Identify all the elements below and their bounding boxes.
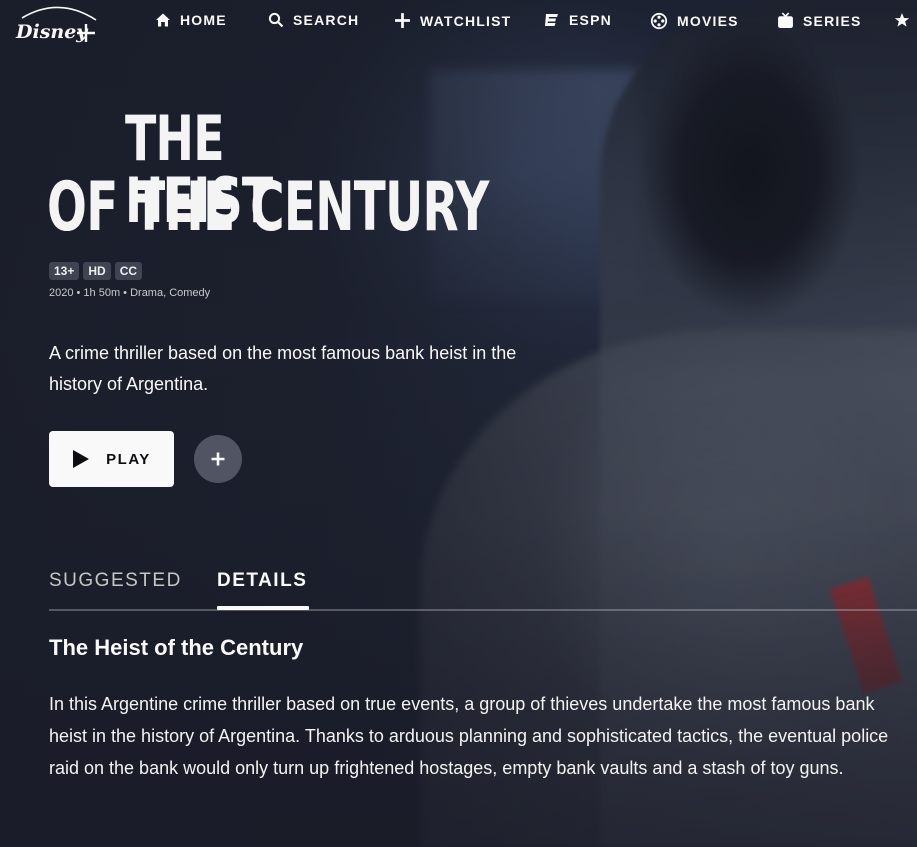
- hd-badge: HD: [83, 262, 111, 280]
- nav-item-label: MOVIES: [677, 13, 739, 29]
- film-reel-icon: [650, 12, 668, 30]
- title-line-2: OF THE CENTURY: [47, 168, 489, 247]
- nav-item-series[interactable]: SERIES: [777, 12, 862, 29]
- nav-item-label: HOME: [180, 12, 227, 28]
- details-page: Disney HOME SEARCH WATCHLIST ESPN MOVIES…: [0, 0, 917, 847]
- nav-item-label: SEARCH: [293, 12, 360, 28]
- tagline: A crime thriller based on the most famou…: [49, 343, 517, 394]
- tab-details[interactable]: DETAILS: [217, 570, 307, 592]
- tabs-divider: [49, 609, 917, 611]
- play-button[interactable]: PLAY: [49, 431, 174, 487]
- top-nav: Disney HOME SEARCH WATCHLIST ESPN MOVIES…: [0, 0, 917, 48]
- plus-icon: [395, 13, 410, 28]
- active-tab-indicator: [217, 606, 309, 610]
- disney-plus-logo-mark: Disney: [15, 6, 97, 43]
- nav-item-search[interactable]: SEARCH: [268, 12, 359, 28]
- nav-item-watchlist[interactable]: WATCHLIST: [394, 12, 511, 29]
- star-icon: [894, 13, 910, 27]
- nav-item-home[interactable]: HOME: [155, 12, 227, 28]
- details-description: In this Argentine crime thriller based o…: [49, 694, 889, 778]
- home-icon: [156, 13, 170, 27]
- nav-item-originals[interactable]: [894, 12, 910, 28]
- nav-item-label: SERIES: [803, 12, 862, 29]
- content-tabs: SUGGESTED DETAILS: [0, 560, 917, 611]
- add-to-watchlist-button[interactable]: [194, 435, 242, 483]
- tab-suggested[interactable]: SUGGESTED: [49, 570, 182, 592]
- search-icon: [268, 12, 284, 28]
- tv-icon: [778, 12, 793, 28]
- nav-item-espn[interactable]: ESPN: [544, 12, 612, 28]
- rating-badges: 13+ HD CC: [49, 262, 143, 280]
- nav-item-movies[interactable]: MOVIES: [650, 12, 739, 30]
- play-icon: [73, 450, 90, 468]
- espn-icon: [545, 14, 558, 26]
- nav-item-label: ESPN: [569, 12, 612, 28]
- plus-icon: [211, 452, 225, 466]
- disney-plus-logo[interactable]: Disney: [14, 2, 104, 46]
- rating-badge: 13+: [49, 262, 80, 280]
- details-title: The Heist of the Century: [49, 635, 304, 660]
- metadata-line: 2020 • 1h 50m • Drama, Comedy: [49, 287, 211, 299]
- play-button-label: PLAY: [106, 450, 151, 468]
- nav-item-label: WATCHLIST: [420, 12, 512, 29]
- cc-badge: CC: [114, 262, 143, 280]
